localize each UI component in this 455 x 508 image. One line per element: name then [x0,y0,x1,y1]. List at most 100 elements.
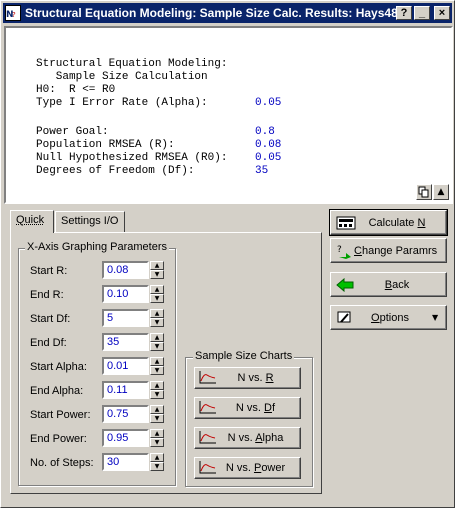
svg-text:?: ? [337,245,342,255]
xaxis-parameters-title: X-Axis Graphing Parameters [25,241,169,253]
start-df-label: Start Df: [30,313,71,325]
n-vs-r-button[interactable]: N vs. R [194,367,301,389]
start-df-spinner[interactable]: ▲ ▼ [150,309,164,327]
n-vs-r-label: N vs. R [237,372,274,384]
line-chart-icon [199,400,219,417]
results-output-panel[interactable]: Structural Equation Modeling: Sample Siz… [4,26,453,204]
options-label: Options [371,311,409,324]
start-alpha-spinner[interactable]: ▲ ▼ [150,357,164,375]
result-value-alpha: 0.05 [255,97,282,109]
result-label-power: Power Goal: [36,126,109,138]
end-power-input[interactable]: 0.95 [102,429,149,447]
back-button[interactable]: Back [330,272,447,297]
end-power-spinner[interactable]: ▲ ▼ [150,429,164,447]
line-chart-icon [199,460,219,477]
tab-quick[interactable]: Quick [10,210,54,233]
end-r-label: End R: [30,289,64,301]
spin-down-icon[interactable]: ▼ [150,390,164,399]
change-params-label: Change Paramrs [354,244,438,257]
start-power-spinner[interactable]: ▲ ▼ [150,405,164,423]
result-value-null-rmsea: 0.05 [255,152,282,164]
result-value-df: 35 [255,165,269,177]
n-vs-alpha-button[interactable]: N vs. Alpha [194,427,301,449]
end-alpha-label: End Alpha: [30,385,84,397]
result-value-rmsea: 0.08 [255,139,282,151]
end-r-spinner[interactable]: ▲ ▼ [150,285,164,303]
start-power-label: Start Power: [30,409,91,421]
back-label: Back [384,278,410,291]
n-vs-power-button[interactable]: N vs. Power [194,457,301,479]
options-button[interactable]: Options ▼ [330,305,447,330]
start-r-label: Start R: [30,265,68,277]
expand-up-icon[interactable]: ▲ [433,184,449,200]
result-value-power: 0.8 [255,126,275,138]
options-icon [336,310,358,326]
quick-tab-panel: X-Axis Graphing Parameters Start R: 0.08… [10,232,322,494]
tab-settings-io[interactable]: Settings I/O [55,211,125,232]
spin-down-icon[interactable]: ▼ [150,414,164,423]
tab-settings-io-label: Settings I/O [61,215,119,227]
title-bar[interactable]: N? Structural Equation Modeling: Sample … [3,3,452,23]
spin-up-icon[interactable]: ▲ [150,357,164,366]
spin-down-icon[interactable]: ▼ [150,366,164,375]
spin-down-icon[interactable]: ▼ [150,318,164,327]
window-title: Structural Equation Modeling: Sample Siz… [25,6,396,20]
steps-label: No. of Steps: [30,457,94,469]
n-vs-power-label: N vs. Power [225,462,286,474]
spin-up-icon[interactable]: ▲ [150,429,164,438]
copy-icon[interactable] [416,184,432,200]
spin-up-icon[interactable]: ▲ [150,261,164,270]
close-button[interactable]: × [434,6,450,20]
start-df-input[interactable]: 5 [102,309,149,327]
results-heading: Structural Equation Modeling: [36,58,228,70]
steps-input[interactable]: 30 [102,453,149,471]
results-subheading: Sample Size Calculation [36,71,208,83]
end-alpha-input[interactable]: 0.11 [102,381,149,399]
spin-up-icon[interactable]: ▲ [150,381,164,390]
line-chart-icon [199,430,219,447]
steps-spinner[interactable]: ▲ ▼ [150,453,164,471]
n-vs-df-button[interactable]: N vs. Df [194,397,301,419]
end-df-spinner[interactable]: ▲ ▼ [150,333,164,351]
end-power-label: End Power: [30,433,87,445]
spin-down-icon[interactable]: ▼ [150,270,164,279]
result-label-alpha: Type I Error Rate (Alpha): [36,97,208,109]
n-vs-df-label: N vs. Df [235,402,276,414]
spin-up-icon[interactable]: ▲ [150,333,164,342]
spin-up-icon[interactable]: ▲ [150,405,164,414]
spin-down-icon[interactable]: ▼ [150,438,164,447]
start-alpha-input[interactable]: 0.01 [102,357,149,375]
dropdown-arrow-icon: ▼ [432,313,439,322]
start-alpha-label: Start Alpha: [30,361,87,373]
minimize-button[interactable]: _ [414,6,430,20]
end-r-input[interactable]: 0.10 [102,285,149,303]
start-r-input[interactable]: 0.08 [102,261,149,279]
spin-up-icon[interactable]: ▲ [150,453,164,462]
start-r-spinner[interactable]: ▲ ▼ [150,261,164,279]
n-vs-alpha-label: N vs. Alpha [227,432,284,444]
app-icon[interactable]: N? [5,5,21,21]
line-chart-icon [199,370,219,387]
result-label-null-rmsea: Null Hypothesized RMSEA (R0): [36,152,228,164]
calculator-icon [336,216,358,230]
spin-down-icon[interactable]: ▼ [150,294,164,303]
tab-quick-label: Quick [16,214,45,226]
end-df-input[interactable]: 35 [102,333,149,351]
end-alpha-spinner[interactable]: ▲ ▼ [150,381,164,399]
calculate-n-button[interactable]: Calculate N [329,209,448,236]
spin-down-icon[interactable]: ▼ [150,462,164,471]
spin-down-icon[interactable]: ▼ [150,342,164,351]
help-button[interactable]: ? [396,6,412,20]
calculate-n-label: Calculate N [368,216,426,229]
change-params-icon: ? [336,243,354,259]
sample-size-results-window: N? Structural Equation Modeling: Sample … [0,0,455,508]
end-df-label: End Df: [30,337,67,349]
result-label-df: Degrees of Freedom (Df): [36,165,195,177]
spin-up-icon[interactable]: ▲ [150,285,164,294]
change-params-button[interactable]: ? Change Paramrs [330,238,447,263]
sample-size-charts-title: Sample Size Charts [193,350,295,362]
result-label-rmsea: Population RMSEA (R): [36,139,175,151]
start-power-input[interactable]: 0.75 [102,405,149,423]
spin-up-icon[interactable]: ▲ [150,309,164,318]
back-arrow-icon [336,277,358,292]
